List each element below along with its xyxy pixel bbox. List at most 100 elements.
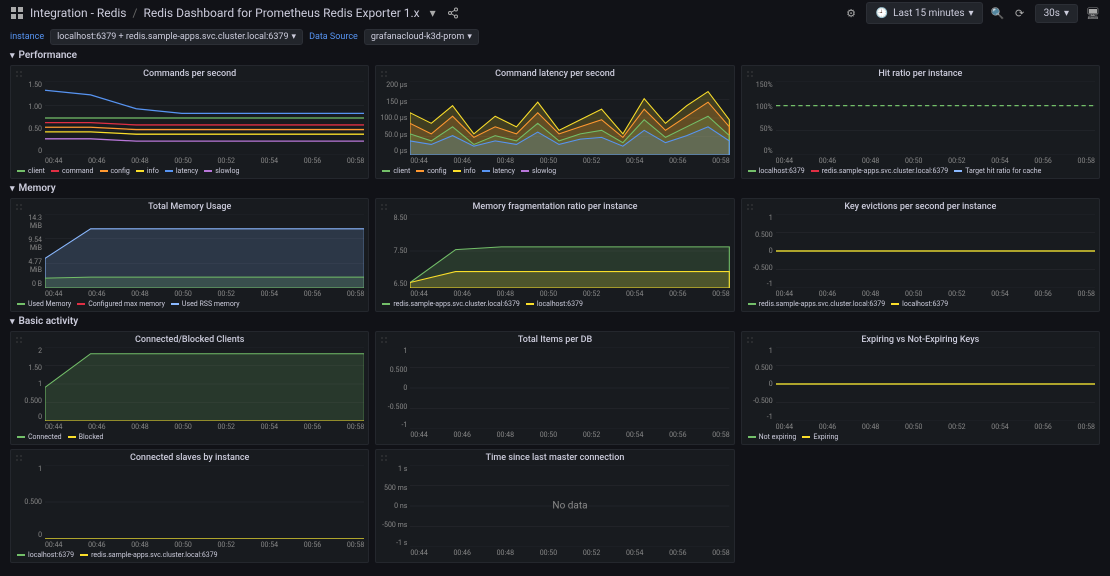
legend-item[interactable]: latency: [165, 167, 198, 175]
x-tick: 00:54: [991, 423, 1008, 431]
refresh-interval[interactable]: 30s ▾: [1035, 4, 1078, 23]
chart-area[interactable]: [776, 214, 1095, 288]
legend-item[interactable]: client: [382, 167, 410, 175]
breadcrumb-root[interactable]: Integration - Redis: [30, 6, 127, 20]
legend-item[interactable]: localhost:6379: [748, 167, 805, 175]
panel-title: Commands per second: [11, 66, 368, 81]
chart-area[interactable]: [776, 81, 1095, 155]
legend-item[interactable]: redis.sample-apps.svc.cluster.local:6379: [748, 300, 886, 308]
panel-drag-handle[interactable]: [746, 334, 754, 342]
gear-icon[interactable]: ⚙: [844, 6, 858, 20]
dashboard-icon[interactable]: [10, 6, 24, 20]
panel-evictions[interactable]: Key evictions per second per instance10.…: [741, 198, 1100, 312]
panel-drag-handle[interactable]: [746, 68, 754, 76]
y-tick: 0: [15, 147, 42, 155]
legend-item[interactable]: Used Memory: [17, 300, 71, 308]
panel-time-since-master[interactable]: Time since last master connection1 s500 …: [375, 449, 734, 563]
panel-drag-handle[interactable]: [380, 334, 388, 342]
share-icon[interactable]: [446, 6, 460, 20]
y-tick: -1: [746, 280, 773, 288]
legend-item[interactable]: Expiring: [802, 433, 838, 441]
legend-item[interactable]: info: [136, 167, 159, 175]
panel-command-latency[interactable]: Command latency per second200 µs150 µs10…: [375, 65, 734, 179]
panel-drag-handle[interactable]: [15, 68, 23, 76]
chevron-down-icon[interactable]: ▾: [426, 6, 440, 20]
legend-item[interactable]: Target hit ratio for cache: [954, 167, 1041, 175]
legend-item[interactable]: redis.sample-apps.svc.cluster.local:6379: [811, 167, 949, 175]
legend-item[interactable]: localhost:6379: [891, 300, 948, 308]
var-datasource-value[interactable]: grafanacloud-k3d-prom ▾: [364, 29, 479, 45]
legend-item[interactable]: Connected: [17, 433, 62, 441]
legend-item[interactable]: slowlog: [204, 167, 239, 175]
y-tick: 0: [15, 531, 42, 539]
legend-item[interactable]: Used RSS memory: [171, 300, 240, 308]
x-tick: 00:52: [583, 157, 600, 165]
breadcrumb-sep: /: [133, 6, 138, 20]
legend-item[interactable]: Not expiring: [748, 433, 797, 441]
y-tick: -1: [746, 413, 773, 421]
legend-item[interactable]: Blocked: [68, 433, 104, 441]
legend-item[interactable]: localhost:6379: [17, 551, 74, 559]
panel-drag-handle[interactable]: [380, 68, 388, 76]
chart-area[interactable]: [45, 214, 364, 288]
legend-swatch: [748, 170, 756, 172]
panel-total-memory[interactable]: Total Memory Usage14.3 MiB9.54 MiB4.77 M…: [10, 198, 369, 312]
chart-area[interactable]: [45, 81, 364, 155]
legend-item[interactable]: config: [100, 167, 130, 175]
panel-commands-per-second[interactable]: Commands per second1.501.000.50000:4400:…: [10, 65, 369, 179]
panel-clients[interactable]: Connected/Blocked Clients21.5010.500000:…: [10, 331, 369, 445]
panel-drag-handle[interactable]: [15, 201, 23, 209]
chart-area[interactable]: [410, 347, 729, 429]
chart-area[interactable]: No data: [410, 465, 729, 547]
panel-drag-handle[interactable]: [380, 452, 388, 460]
legend-item[interactable]: command: [51, 167, 94, 175]
legend-item[interactable]: info: [453, 167, 476, 175]
chart-area[interactable]: [45, 465, 364, 539]
legend-item[interactable]: Configured max memory: [77, 300, 165, 308]
legend-item[interactable]: redis.sample-apps.svc.cluster.local:6379: [382, 300, 520, 308]
legend: [376, 557, 733, 562]
y-axis: 14.3 MiB9.54 MiB4.77 MiB0 B: [15, 214, 45, 288]
refresh-icon[interactable]: ⟳: [1013, 6, 1027, 20]
chart-area[interactable]: [410, 81, 729, 155]
legend-label: config: [427, 167, 446, 175]
panel-drag-handle[interactable]: [15, 334, 23, 342]
panel-body: 1 s500 ms0 ns-500 ms-1 sNo data: [376, 465, 733, 547]
x-tick: 00:52: [948, 157, 965, 165]
legend-item[interactable]: localhost:6379: [526, 300, 583, 308]
monitor-icon[interactable]: 🖥: [1086, 6, 1100, 20]
legend-item[interactable]: config: [416, 167, 446, 175]
x-tick: 00:48: [497, 290, 514, 298]
x-tick: 00:50: [174, 290, 191, 298]
clock-icon: 🕘: [875, 6, 889, 20]
legend-item[interactable]: redis.sample-apps.svc.cluster.local:6379: [80, 551, 218, 559]
legend-label: Not expiring: [759, 433, 797, 441]
breadcrumb-page[interactable]: Redis Dashboard for Prometheus Redis Exp…: [143, 6, 419, 20]
chart-area[interactable]: [410, 214, 729, 288]
row-basic[interactable]: ▾ Basic activity: [0, 314, 1110, 329]
row-memory[interactable]: ▾ Memory: [0, 181, 1110, 196]
panel-hit-ratio[interactable]: Hit ratio per instance150%100%50%0%00:44…: [741, 65, 1100, 179]
panel-drag-handle[interactable]: [746, 201, 754, 209]
row-performance[interactable]: ▾ Performance: [0, 48, 1110, 63]
legend-item[interactable]: latency: [482, 167, 515, 175]
y-tick: -1: [380, 421, 407, 429]
zoom-out-icon[interactable]: 🔍: [991, 6, 1005, 20]
x-tick: 00:46: [453, 549, 470, 557]
x-tick: 00:46: [453, 431, 470, 439]
var-instance-value[interactable]: localhost:6379 + redis.sample-apps.svc.c…: [50, 29, 303, 45]
panel-items-per-db[interactable]: Total Items per DB10.5000-0.500-100:4400…: [375, 331, 734, 445]
chart-area[interactable]: [776, 347, 1095, 421]
panel-fragmentation[interactable]: Memory fragmentation ratio per instance8…: [375, 198, 734, 312]
legend-item[interactable]: client: [17, 167, 45, 175]
panel-connected-slaves[interactable]: Connected slaves by instance10.500000:44…: [10, 449, 369, 563]
x-tick: 00:48: [862, 423, 879, 431]
chart-area[interactable]: [45, 347, 364, 421]
timerange-picker[interactable]: 🕘 Last 15 minutes ▾: [866, 2, 982, 24]
x-tick: 00:50: [540, 290, 557, 298]
legend-item[interactable]: slowlog: [521, 167, 556, 175]
panel-drag-handle[interactable]: [15, 452, 23, 460]
panel-drag-handle[interactable]: [380, 201, 388, 209]
x-tick: 00:44: [776, 290, 793, 298]
panel-expiring-keys[interactable]: Expiring vs Not-Expiring Keys10.5000-0.5…: [741, 331, 1100, 445]
